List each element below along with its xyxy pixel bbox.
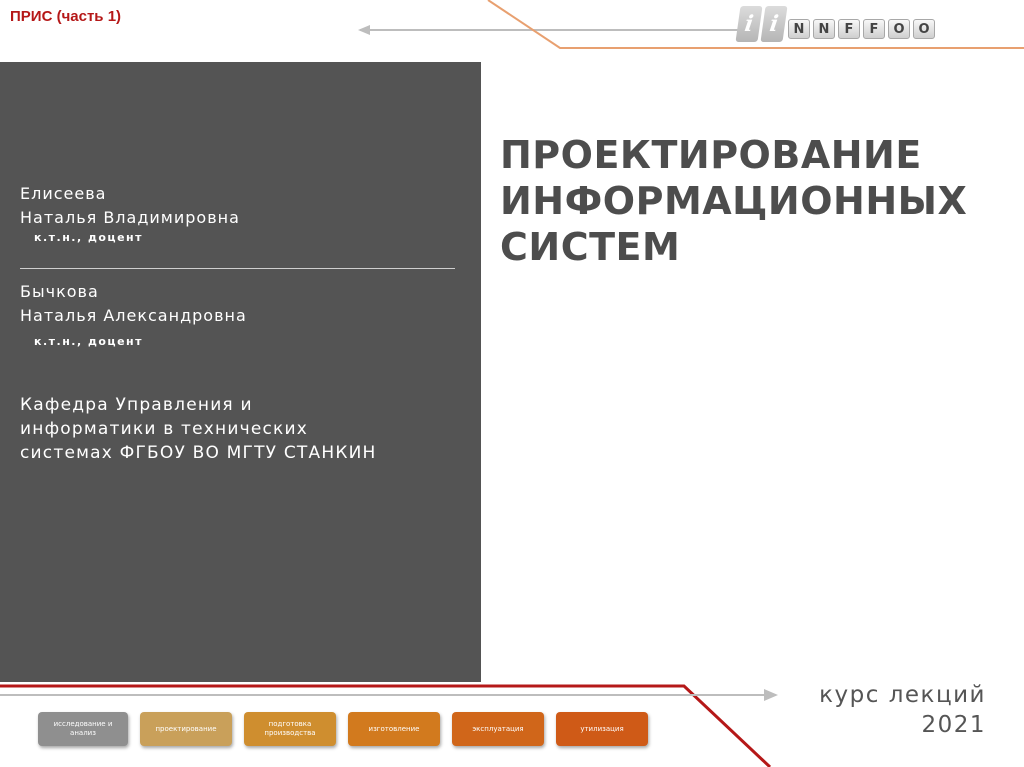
authors-panel [0,62,481,682]
course-title-line: ПРОЕКТИРОВАНИЕ [500,133,922,177]
stage-label: утилизация [580,724,624,733]
author-degree: к.т.н., доцент [34,335,144,348]
department-name: Кафедра Управления и информатики в техни… [20,393,470,465]
author-given-name: Наталья Владимировна [20,208,240,227]
department-line: информатики в технических [20,419,309,439]
author-block: Елисеева Наталья Владимировна к.т.н., до… [20,182,240,246]
logo-i-block: i [760,6,788,42]
stage-disposal: утилизация [556,712,648,746]
stage-design: проектирование [140,712,232,746]
logo-letter-tile: F [863,19,885,39]
innfoo-logo: i i N N F F O O [735,6,935,42]
stage-label: подготовка [268,720,312,728]
stage-manufacturing: изготовление [348,712,440,746]
logo-letter-tile: F [838,19,860,39]
course-title-line: ИНФОРМАЦИОННЫХ [500,179,968,223]
logo-letter-tile: O [888,19,910,39]
logo-letter-tile: O [913,19,935,39]
department-line: системах ФГБОУ ВО МГТУ СТАНКИН [20,443,377,463]
author-surname: Бычкова [20,282,99,301]
course-info: курс лекций 2021 [819,680,986,740]
lifecycle-stages: исследование и анализ проектирование подг… [38,712,648,746]
stage-research: исследование и анализ [38,712,128,746]
logo-letter-tile: N [813,19,835,39]
course-title-line: СИСТЕМ [500,225,681,269]
author-divider [20,268,455,269]
author-surname: Елисеева [20,184,107,203]
stage-label: анализ [70,729,96,737]
stage-label: проектирование [155,724,217,733]
stage-label: исследование и [53,720,113,728]
stage-preparation: подготовка производства [244,712,336,746]
author-block: Бычкова Наталья Александровна к.т.н., до… [20,280,247,350]
department-line: Кафедра Управления и [20,395,253,415]
stage-label: эксплуатация [472,724,524,733]
author-degree: к.т.н., доцент [34,231,144,244]
stage-label: изготовление [368,724,420,733]
logo-letter-tile: N [788,19,810,39]
course-title: ПРОЕКТИРОВАНИЕ ИНФОРМАЦИОННЫХ СИСТЕМ [500,132,1000,270]
author-given-name: Наталья Александровна [20,306,247,325]
stage-operation: эксплуатация [452,712,544,746]
course-year: 2021 [921,712,986,738]
logo-i-block: i [735,6,763,42]
course-label: курс лекций [819,682,986,708]
stage-label: производства [264,729,316,737]
